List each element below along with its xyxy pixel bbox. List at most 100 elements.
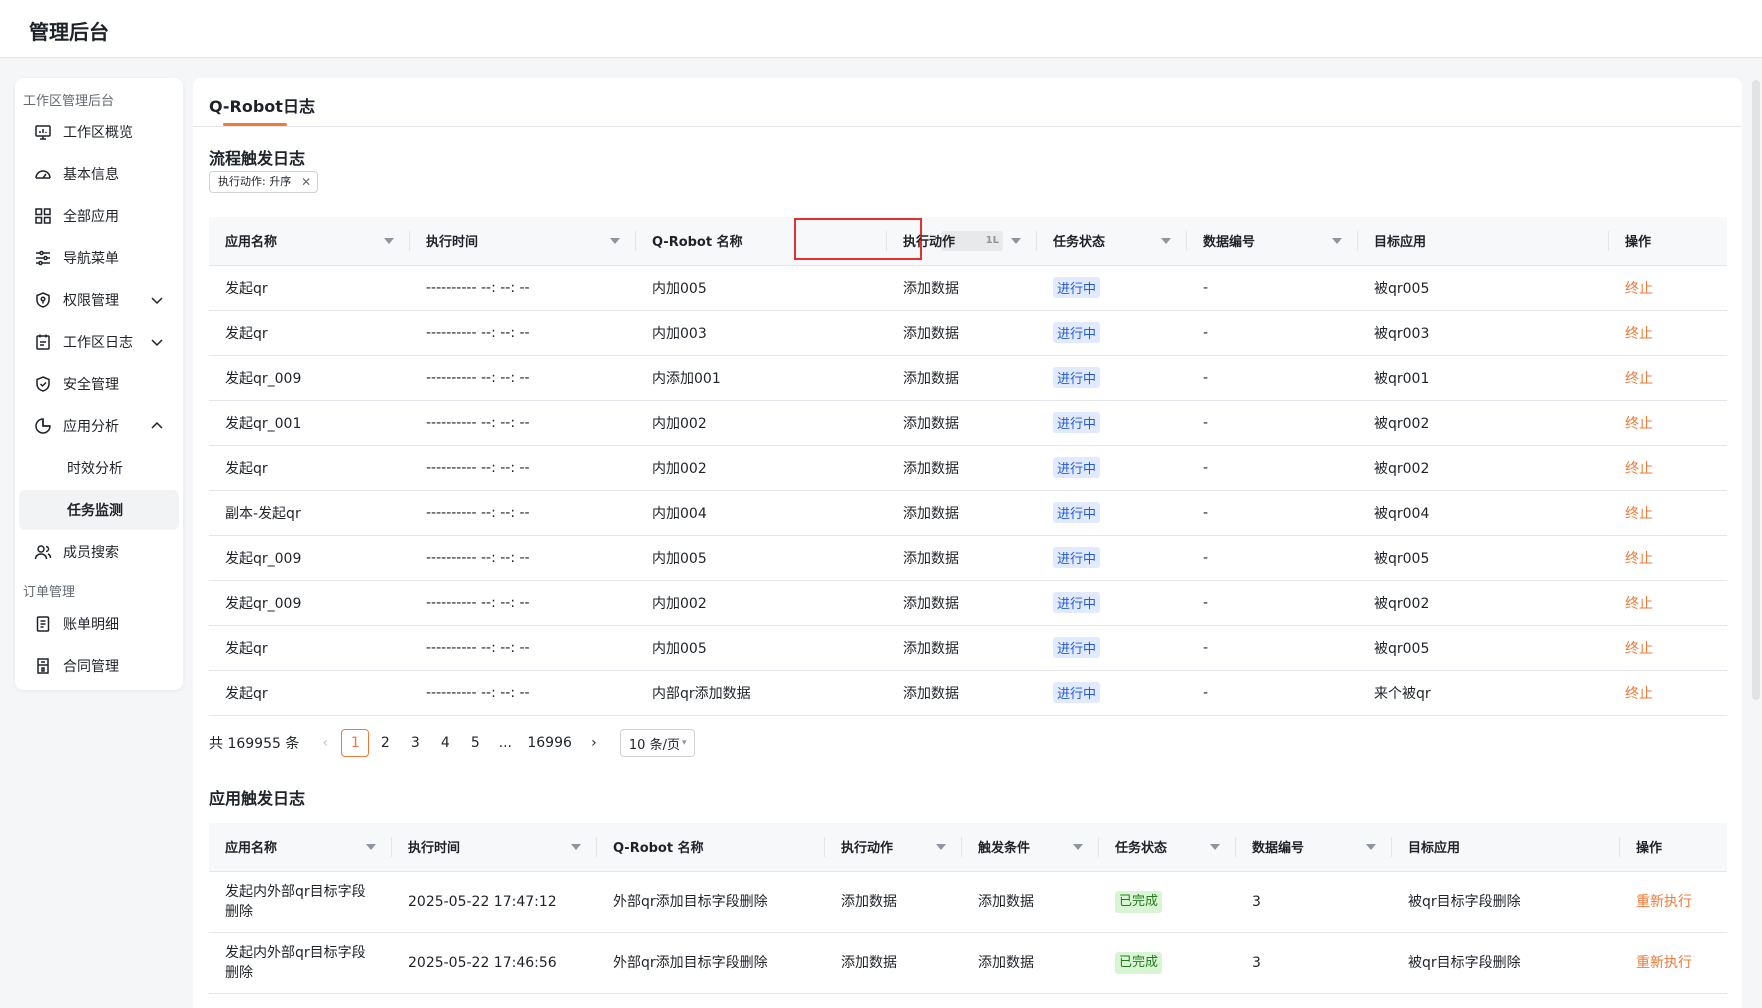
cell-text: 内加004 xyxy=(652,505,707,522)
receipt-icon xyxy=(33,614,53,634)
column-header-exec-time[interactable]: 执行时间 xyxy=(392,823,597,872)
cell-text: 内加002 xyxy=(652,460,707,477)
sidebar-item-billing[interactable]: 账单明细 xyxy=(19,604,179,644)
cell-text: - xyxy=(1203,369,1209,386)
terminate-link[interactable]: 终止 xyxy=(1625,416,1653,432)
sidebar-item-all-apps[interactable]: 全部应用 xyxy=(19,196,179,236)
terminate-link[interactable]: 终止 xyxy=(1625,596,1653,612)
table-cell: 内加004 xyxy=(636,490,887,536)
table-cell: 发起qr xyxy=(209,670,410,716)
sidebar-item-permissions[interactable]: 权限管理 xyxy=(19,280,179,320)
tab-q-robot-log[interactable]: Q-Robot日志 xyxy=(209,93,315,117)
sidebar-item-label: 账单明细 xyxy=(63,617,119,633)
page-button-3[interactable]: 3 xyxy=(401,729,429,757)
page-button-last[interactable]: 16996 xyxy=(521,729,578,757)
sidebar-item-contracts[interactable]: 合同管理 xyxy=(19,646,179,686)
table-cell: ---------- --: --: -- xyxy=(410,355,636,401)
table-cell: 被qr005 xyxy=(1358,265,1609,311)
users-icon xyxy=(33,542,53,562)
table-row: 发起qr ---------- --: --: -- 内加002 添加数据 进行中 - 被q… xyxy=(209,445,1727,491)
table-cell: - xyxy=(1187,490,1358,536)
page-button-1[interactable]: 1 xyxy=(341,729,370,757)
table-cell: 发起qr_001 xyxy=(209,400,410,446)
re-execute-link[interactable]: 重新执行 xyxy=(1636,955,1692,971)
page-button-5[interactable]: 5 xyxy=(461,729,489,757)
table-cell: 终止 xyxy=(1609,490,1727,536)
cell-text: 被qr001 xyxy=(1374,370,1430,387)
table-cell: 进行中 xyxy=(1037,355,1187,401)
column-header-exec-action[interactable]: 执行动作 xyxy=(825,823,962,872)
table-cell: 添加数据 xyxy=(887,490,1037,536)
page-size-select[interactable]: 10 条/页 ▾ xyxy=(619,729,696,757)
table-cell: - xyxy=(1187,580,1358,626)
table-cell: 2025-05-22 17:46:56 xyxy=(392,932,597,994)
table-cell: 内加002 xyxy=(636,400,887,446)
cell-text: 被qr005 xyxy=(1374,280,1430,297)
dropdown-icon xyxy=(610,238,620,244)
table-cell: - xyxy=(1187,535,1358,581)
sidebar-item-security[interactable]: 安全管理 xyxy=(19,364,179,404)
sidebar-item-basic-info[interactable]: 基本信息 xyxy=(19,154,179,194)
table-cell: 外部qr添加目标字段删除 xyxy=(597,871,825,933)
chevron-down-icon xyxy=(151,297,163,305)
table-cell: - xyxy=(1187,445,1358,491)
table-cell: 内部qr添加数据 xyxy=(636,670,887,716)
terminate-link[interactable]: 终止 xyxy=(1625,551,1653,567)
column-header-data-id[interactable]: 数据编号 xyxy=(1236,823,1392,872)
terminate-link[interactable]: 终止 xyxy=(1625,281,1653,297)
terminate-link[interactable]: 终止 xyxy=(1625,506,1653,522)
section-title-flow-log: 流程触发日志 xyxy=(209,149,306,168)
prev-page-button[interactable]: ‹ xyxy=(311,729,339,757)
column-header-robot-name[interactable]: Q-Robot 名称 xyxy=(597,823,825,872)
column-header-exec-time[interactable]: 执行时间 xyxy=(410,217,636,266)
monitor-icon xyxy=(33,122,53,142)
page-button-4[interactable]: 4 xyxy=(431,729,459,757)
terminate-link[interactable]: 终止 xyxy=(1625,686,1653,702)
page-button-2[interactable]: 2 xyxy=(371,729,399,757)
column-header-app-name[interactable]: 应用名称 xyxy=(209,217,410,266)
scrollbar[interactable] xyxy=(1752,80,1760,700)
table-cell: 添加数据 xyxy=(887,310,1037,356)
next-page-button[interactable]: › xyxy=(580,729,608,757)
sidebar-item-app-analysis[interactable]: 应用分析 xyxy=(19,406,179,446)
sidebar-item-workspace-overview[interactable]: 工作区概览 xyxy=(19,112,179,152)
close-icon[interactable]: ✕ xyxy=(301,172,311,192)
table-cell: 进行中 xyxy=(1037,535,1187,581)
terminate-link[interactable]: 终止 xyxy=(1625,371,1653,387)
sidebar-item-label: 基本信息 xyxy=(63,167,119,183)
page-ellipsis[interactable]: ... xyxy=(491,729,519,757)
sidebar-item-member-search[interactable]: 成员搜索 xyxy=(19,532,179,572)
column-header-task-status[interactable]: 任务状态 xyxy=(1099,823,1236,872)
terminate-link[interactable]: 终止 xyxy=(1625,461,1653,477)
table-cell: 内加002 xyxy=(636,445,887,491)
table-cell: 发起qr xyxy=(209,310,410,356)
sidebar-group-workspace: 工作区管理后台 xyxy=(23,94,115,109)
column-header-target-app[interactable]: 目标应用 xyxy=(1392,823,1620,872)
cell-text: 添加数据 xyxy=(978,954,1034,971)
status-badge: 进行中 xyxy=(1053,637,1101,658)
column-header-app-name[interactable]: 应用名称 xyxy=(209,823,392,872)
sidebar-item-label: 工作区日志 xyxy=(63,335,133,351)
table-cell: 终止 xyxy=(1609,400,1727,446)
column-header-task-status[interactable]: 任务状态 xyxy=(1037,217,1187,266)
column-header-data-id[interactable]: 数据编号 xyxy=(1187,217,1358,266)
status-badge: 进行中 xyxy=(1053,367,1101,388)
column-header-target-app[interactable]: 目标应用 xyxy=(1358,217,1609,266)
sidebar-subitem-timeliness[interactable]: 时效分析 xyxy=(19,448,179,488)
column-header-trigger[interactable]: 触发条件 xyxy=(962,823,1099,872)
calendar-icon xyxy=(33,332,53,352)
sidebar-subitem-task-monitor[interactable]: 任务监测 xyxy=(19,490,179,530)
terminate-link[interactable]: 终止 xyxy=(1625,641,1653,657)
table-cell: 进行中 xyxy=(1037,310,1187,356)
terminate-link[interactable]: 终止 xyxy=(1625,326,1653,342)
table-cell: 重新执行 xyxy=(1620,932,1727,994)
sidebar-item-nav-menu[interactable]: 导航菜单 xyxy=(19,238,179,278)
flow-log-table: 应用名称 执行时间 Q-Robot 名称 执行动作 1L 任务状态 数据编号 目标… xyxy=(209,217,1727,716)
table-cell: 添加数据 xyxy=(962,932,1099,994)
cell-text: ---------- --: --: -- xyxy=(426,639,530,656)
dropdown-icon xyxy=(1332,238,1342,244)
table-cell: ---------- --: --: -- xyxy=(410,580,636,626)
sidebar-item-workspace-log[interactable]: 工作区日志 xyxy=(19,322,179,362)
re-execute-link[interactable]: 重新执行 xyxy=(1636,894,1692,910)
status-badge: 进行中 xyxy=(1053,322,1101,343)
